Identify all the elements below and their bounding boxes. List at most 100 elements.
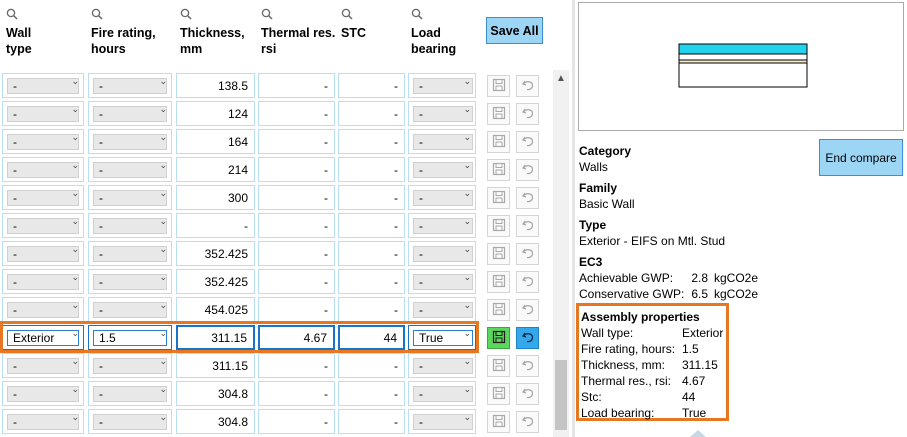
search-icon[interactable] (6, 8, 18, 20)
wall-type-dropdown[interactable]: - ⌄ (2, 269, 84, 294)
table-row[interactable]: - ⌄ - ⌄ 164- - - ⌄ (0, 128, 544, 155)
thermal-res-field[interactable]: - (258, 213, 335, 238)
wall-type-dropdown[interactable]: - ⌄ (2, 213, 84, 238)
table-row[interactable]: - ⌄ - ⌄ 138.5- - - ⌄ (0, 72, 544, 99)
header-stc[interactable]: STC (341, 8, 366, 41)
save-row-button[interactable] (487, 411, 510, 433)
load-bearing-dropdown[interactable]: - ⌄ (408, 213, 476, 238)
thermal-res-field[interactable]: - (258, 129, 335, 154)
stc-field[interactable]: - (338, 269, 405, 294)
header-thickness[interactable]: Thickness, mm (180, 8, 245, 57)
save-row-button[interactable] (487, 299, 510, 321)
undo-row-button[interactable] (516, 243, 539, 265)
fire-rating-dropdown[interactable]: - ⌄ (88, 157, 172, 182)
thickness-field[interactable]: 124 (176, 101, 255, 126)
search-icon[interactable] (91, 8, 103, 20)
save-row-button[interactable] (487, 75, 510, 97)
save-row-button[interactable] (487, 355, 510, 377)
table-row[interactable]: - ⌄ - ⌄ 352.425- - - ⌄ (0, 240, 544, 267)
load-bearing-dropdown[interactable]: - ⌄ (408, 129, 476, 154)
load-bearing-dropdown[interactable]: - ⌄ (408, 241, 476, 266)
thickness-field[interactable]: 352.425 (176, 269, 255, 294)
scrollbar-thumb[interactable] (555, 360, 567, 430)
wall-type-dropdown[interactable]: - ⌄ (2, 381, 84, 406)
fire-rating-dropdown[interactable]: - ⌄ (88, 185, 172, 210)
wall-type-dropdown[interactable]: - ⌄ (2, 297, 84, 322)
fire-rating-dropdown[interactable]: - ⌄ (88, 353, 172, 378)
wall-type-dropdown[interactable]: Exterior ⌄ (2, 325, 84, 350)
save-row-button[interactable] (487, 131, 510, 153)
load-bearing-dropdown[interactable]: - ⌄ (408, 381, 476, 406)
thickness-field[interactable]: 352.425 (176, 241, 255, 266)
undo-row-button[interactable] (516, 75, 539, 97)
thickness-field[interactable]: 454.025 (176, 297, 255, 322)
thickness-field[interactable]: 311.15 (176, 353, 255, 378)
undo-row-button[interactable] (516, 299, 539, 321)
fire-rating-dropdown[interactable]: - ⌄ (88, 269, 172, 294)
table-row[interactable]: - ⌄ - ⌄ 454.025- - - ⌄ (0, 296, 544, 323)
undo-row-button[interactable] (516, 159, 539, 181)
thermal-res-field[interactable]: - (258, 157, 335, 182)
fire-rating-dropdown[interactable]: - ⌄ (88, 213, 172, 238)
load-bearing-dropdown[interactable]: - ⌄ (408, 353, 476, 378)
table-row-selected[interactable]: Exterior ⌄ 1.5 ⌄ 311.15 4.67 44 True ⌄ (0, 324, 544, 351)
fire-rating-dropdown[interactable]: - ⌄ (88, 129, 172, 154)
wall-type-dropdown[interactable]: - ⌄ (2, 353, 84, 378)
search-icon[interactable] (341, 8, 353, 20)
undo-row-button[interactable] (516, 215, 539, 237)
undo-row-button[interactable] (516, 271, 539, 293)
stc-field[interactable]: - (338, 101, 405, 126)
search-icon[interactable] (411, 8, 423, 20)
thickness-field[interactable]: 164 (176, 129, 255, 154)
header-fire-rating[interactable]: Fire rating, hours (91, 8, 156, 57)
undo-row-button[interactable] (516, 187, 539, 209)
load-bearing-dropdown[interactable]: - ⌄ (408, 157, 476, 182)
thermal-res-field[interactable]: - (258, 101, 335, 126)
header-load-bearing[interactable]: Load bearing (411, 8, 456, 57)
load-bearing-dropdown[interactable]: - ⌄ (408, 185, 476, 210)
thickness-field[interactable]: 304.8 (176, 381, 255, 406)
table-row[interactable]: - ⌄ - ⌄ - - - - ⌄ (0, 212, 544, 239)
fire-rating-dropdown[interactable]: 1.5 ⌄ (88, 325, 172, 350)
scroll-up-icon[interactable]: ▲ (556, 73, 566, 84)
stc-field[interactable]: - (338, 185, 405, 210)
stc-field[interactable]: - (338, 409, 405, 434)
load-bearing-dropdown[interactable]: - ⌄ (408, 73, 476, 98)
wall-type-dropdown[interactable]: - ⌄ (2, 409, 84, 434)
fire-rating-dropdown[interactable]: - ⌄ (88, 101, 172, 126)
table-row[interactable]: - ⌄ - ⌄ 124- - - ⌄ (0, 100, 544, 127)
save-row-button[interactable] (487, 103, 510, 125)
table-row[interactable]: - ⌄ - ⌄ 352.425- - - ⌄ (0, 268, 544, 295)
table-row[interactable]: - ⌄ - ⌄ 300- - - ⌄ (0, 184, 544, 211)
thickness-field[interactable]: 138.5 (176, 73, 255, 98)
save-all-button[interactable]: Save All (486, 17, 543, 44)
load-bearing-dropdown[interactable]: True ⌄ (408, 325, 476, 350)
header-wall-type[interactable]: Wall type (6, 8, 32, 57)
stc-field[interactable]: 44 (338, 325, 405, 350)
save-row-button[interactable] (487, 159, 510, 181)
expander-handle-icon[interactable] (690, 430, 706, 437)
stc-field[interactable]: - (338, 297, 405, 322)
thermal-res-field[interactable]: - (258, 353, 335, 378)
undo-row-button[interactable] (516, 103, 539, 125)
thermal-res-field[interactable]: 4.67 (258, 325, 335, 350)
thermal-res-field[interactable]: - (258, 297, 335, 322)
wall-type-dropdown[interactable]: - ⌄ (2, 129, 84, 154)
save-row-button[interactable] (487, 327, 510, 349)
thermal-res-field[interactable]: - (258, 381, 335, 406)
search-icon[interactable] (261, 8, 273, 20)
thickness-field[interactable]: 311.15 (176, 325, 255, 350)
wall-type-dropdown[interactable]: - ⌄ (2, 241, 84, 266)
stc-field[interactable]: - (338, 73, 405, 98)
save-row-button[interactable] (487, 187, 510, 209)
thermal-res-field[interactable]: - (258, 185, 335, 210)
save-row-button[interactable] (487, 271, 510, 293)
thickness-field[interactable]: 300 (176, 185, 255, 210)
stc-field[interactable]: - (338, 157, 405, 182)
stc-field[interactable]: - (338, 381, 405, 406)
fire-rating-dropdown[interactable]: - ⌄ (88, 381, 172, 406)
fire-rating-dropdown[interactable]: - ⌄ (88, 73, 172, 98)
stc-field[interactable]: - (338, 213, 405, 238)
stc-field[interactable]: - (338, 129, 405, 154)
undo-row-button[interactable] (516, 131, 539, 153)
